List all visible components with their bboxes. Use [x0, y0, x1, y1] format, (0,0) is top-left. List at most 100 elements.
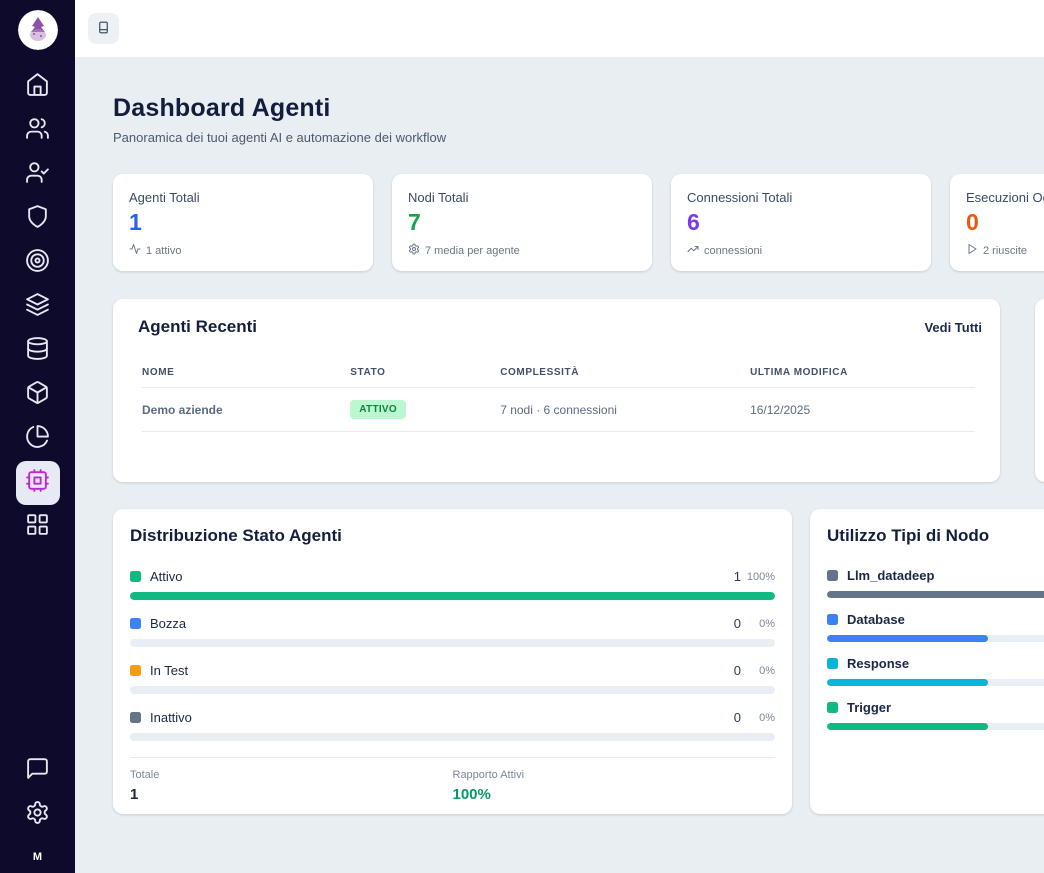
trigger-bar-fill — [827, 723, 988, 730]
sidebar-item-messages[interactable] — [16, 749, 60, 793]
settings-gear-icon — [25, 800, 50, 830]
stat-card-nodi-totali: Nodi Totali 7 7 media per agente — [392, 174, 652, 271]
sidebar-item-target[interactable] — [16, 241, 60, 285]
usage-label: Response — [847, 656, 909, 671]
sidebar-bottom: M — [16, 749, 60, 873]
column-header-stato: STATO — [350, 367, 500, 388]
sidebar-toggle-button[interactable] — [88, 13, 119, 44]
database-swatch — [827, 614, 838, 625]
response-bar-track — [827, 679, 1044, 686]
sidebar-item-pie-chart[interactable] — [16, 417, 60, 461]
layers-icon — [25, 292, 50, 322]
distribution-row-inattivo: Inattivo 0 0% — [130, 710, 775, 741]
home-icon — [25, 72, 50, 102]
pie-chart-icon — [25, 424, 50, 454]
database-icon — [25, 336, 50, 366]
main-area: Dashboard Agenti Panoramica dei tuoi age… — [75, 0, 1044, 873]
column-header-ultima-modifica: ULTIMA MODIFICA — [750, 367, 975, 388]
stat-sub-text: 1 attivo — [146, 245, 181, 257]
recent-agents-title: Agenti Recenti — [138, 317, 257, 337]
agent-complexity: 7 nodi · 6 connessioni — [500, 388, 750, 432]
distribution-label: Inattivo — [150, 710, 192, 725]
node-usage-title: Utilizzo Tipi di Nodo — [827, 526, 1044, 546]
usage-row-llm-datadeep: Llm_datadeep — [827, 568, 1044, 598]
agent-last-modified: 16/12/2025 — [750, 388, 975, 432]
ratio-value: 100% — [453, 786, 776, 803]
recent-agents-header: Agenti Recenti Vedi Tutti — [129, 315, 984, 337]
distribution-count: 1 — [734, 569, 741, 584]
sidebar-item-box[interactable] — [16, 373, 60, 417]
llm-datadeep-bar-fill — [827, 591, 1044, 598]
stat-sub: 2 riuscite — [966, 243, 1044, 258]
distribution-footer: Totale 1 Rapporto Attivi 100% — [130, 757, 775, 803]
recent-agents-row: Agenti Recenti Vedi Tutti NOME STATO COM… — [113, 299, 1044, 482]
sidebar-item-home[interactable] — [16, 65, 60, 109]
trending-up-icon — [687, 243, 699, 258]
inattivo-swatch — [130, 712, 141, 723]
play-icon — [966, 243, 978, 258]
page-subtitle: Panoramica dei tuoi agenti AI e automazi… — [113, 130, 1044, 145]
distribution-row-attivo: Attivo 1 100% — [130, 569, 775, 600]
stat-value: 6 — [687, 211, 915, 234]
bozza-bar-track — [130, 639, 775, 647]
brand-avatar[interactable] — [18, 10, 58, 50]
attivo-bar-track — [130, 592, 775, 600]
agent-name: Demo aziende — [142, 388, 350, 432]
bozza-swatch — [130, 618, 141, 629]
trigger-swatch — [827, 702, 838, 713]
stat-label: Connessioni Totali — [687, 190, 915, 205]
sidebar-item-user-check[interactable] — [16, 153, 60, 197]
distribution-row-bozza: Bozza 0 0% — [130, 616, 775, 647]
sidebar-item-layers[interactable] — [16, 285, 60, 329]
sidebar-item-cpu-active[interactable] — [16, 461, 60, 505]
sidebar-item-settings[interactable] — [16, 793, 60, 837]
users-icon — [25, 116, 50, 146]
in-test-bar-track — [130, 686, 775, 694]
shield-icon — [25, 204, 50, 234]
ratio-label: Rapporto Attivi — [453, 769, 776, 781]
box-icon — [25, 380, 50, 410]
column-header-complessita: COMPLESSITÀ — [500, 367, 750, 388]
stat-card-connessioni-totali: Connessioni Totali 6 connessioni — [671, 174, 931, 271]
response-bar-fill — [827, 679, 988, 686]
distribution-count: 0 — [734, 663, 741, 678]
status-distribution-rows: Attivo 1 100% Bozza 0 0% — [130, 569, 775, 741]
distribution-label: In Test — [150, 663, 188, 678]
trigger-bar-track — [827, 723, 1044, 730]
sidebar-footer-label: M — [33, 837, 42, 873]
stat-sub: 1 attivo — [129, 243, 357, 258]
attivo-swatch — [130, 571, 141, 582]
node-usage-card: Utilizzo Tipi di Nodo Llm_datadeep — [810, 509, 1044, 814]
stat-sub: 7 media per agente — [408, 243, 636, 258]
database-bar-track — [827, 635, 1044, 642]
stat-value: 1 — [129, 211, 357, 234]
panel-toggle-icon — [96, 20, 111, 38]
llm-datadeep-bar-track — [827, 591, 1044, 598]
sidebar: M — [0, 0, 75, 873]
distribution-percent: 0% — [741, 712, 775, 724]
charts-row: Distribuzione Stato Agenti Attivo 1 100% — [113, 509, 1044, 814]
stat-sub-text: connessioni — [704, 245, 762, 257]
sidebar-nav — [16, 65, 60, 549]
distribution-row-in-test: In Test 0 0% — [130, 663, 775, 694]
column-header-nome: NOME — [142, 367, 350, 388]
stat-sub: connessioni — [687, 243, 915, 258]
table-row[interactable]: Demo aziende ATTIVO 7 nodi · 6 connessio… — [142, 388, 975, 432]
usage-label: Llm_datadeep — [847, 568, 934, 583]
status-badge: ATTIVO — [350, 400, 406, 419]
total-label: Totale — [130, 769, 453, 781]
sidebar-item-grid[interactable] — [16, 505, 60, 549]
stat-value: 0 — [966, 211, 1044, 234]
stat-label: Agenti Totali — [129, 190, 357, 205]
usage-row-response: Response — [827, 656, 1044, 686]
sidebar-item-database[interactable] — [16, 329, 60, 373]
sidebar-item-users[interactable] — [16, 109, 60, 153]
inattivo-bar-track — [130, 733, 775, 741]
distribution-label: Attivo — [150, 569, 183, 584]
sidebar-item-shield[interactable] — [16, 197, 60, 241]
user-check-icon — [25, 160, 50, 190]
distribution-percent: 100% — [741, 571, 775, 583]
usage-label: Trigger — [847, 700, 891, 715]
dashboard-content: Dashboard Agenti Panoramica dei tuoi age… — [75, 57, 1044, 873]
view-all-link[interactable]: Vedi Tutti — [924, 320, 982, 335]
